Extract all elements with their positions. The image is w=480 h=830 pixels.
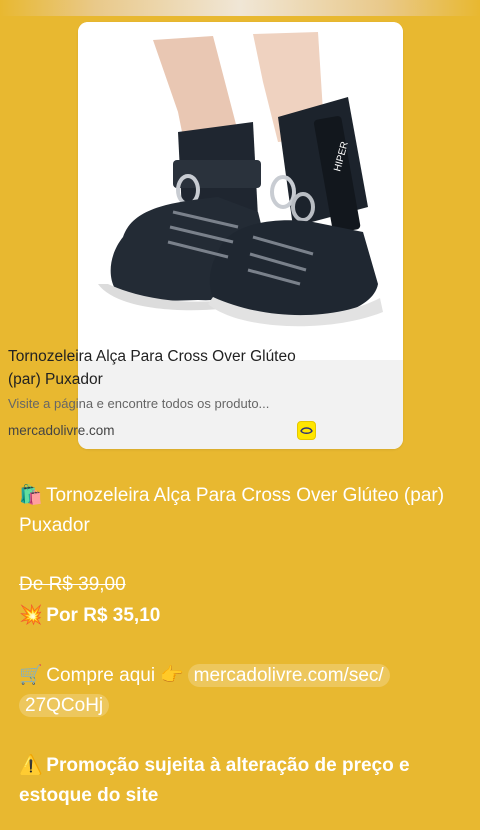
buy-line: 🛒 Compre aqui 👉 mercadolivre.com/sec/ 27…: [19, 661, 464, 721]
preview-domain: mercadolivre.com: [8, 423, 115, 438]
product-link-continued[interactable]: 27QCoHj: [19, 694, 110, 717]
buy-label: Compre aqui: [46, 665, 156, 686]
message-title: 🛍️ Tornozeleira Alça Para Cross Over Glú…: [19, 481, 459, 541]
preview-description: Visite a página e encontre todos os prod…: [8, 396, 270, 411]
explosion-icon: 💥: [19, 605, 43, 626]
warning-icon: ⚠️: [19, 755, 43, 776]
mercadolivre-favicon-icon: [297, 421, 316, 440]
warning-text: ⚠️ Promoção sujeita à alteração de preço…: [19, 751, 464, 811]
product-link[interactable]: mercadolivre.com/sec/: [187, 664, 390, 687]
product-image[interactable]: HIPER: [78, 22, 403, 340]
warning-message: Promoção sujeita à alteração de preço e …: [19, 755, 410, 806]
shopping-cart-icon: 🛒: [19, 665, 43, 686]
pointing-hand-icon: 👉: [160, 665, 185, 686]
shopping-bags-icon: 🛍️: [19, 485, 43, 506]
new-price: 💥 Por R$ 35,10: [19, 601, 160, 631]
message-title-text: Tornozeleira Alça Para Cross Over Glúteo…: [19, 485, 445, 536]
top-image-strip: [0, 0, 480, 16]
new-price-text: Por R$ 35,10: [46, 605, 161, 626]
old-price: De R$ 39,00: [19, 574, 126, 595]
preview-title[interactable]: Tornozeleira Alça Para Cross Over Glúteo…: [8, 345, 308, 391]
